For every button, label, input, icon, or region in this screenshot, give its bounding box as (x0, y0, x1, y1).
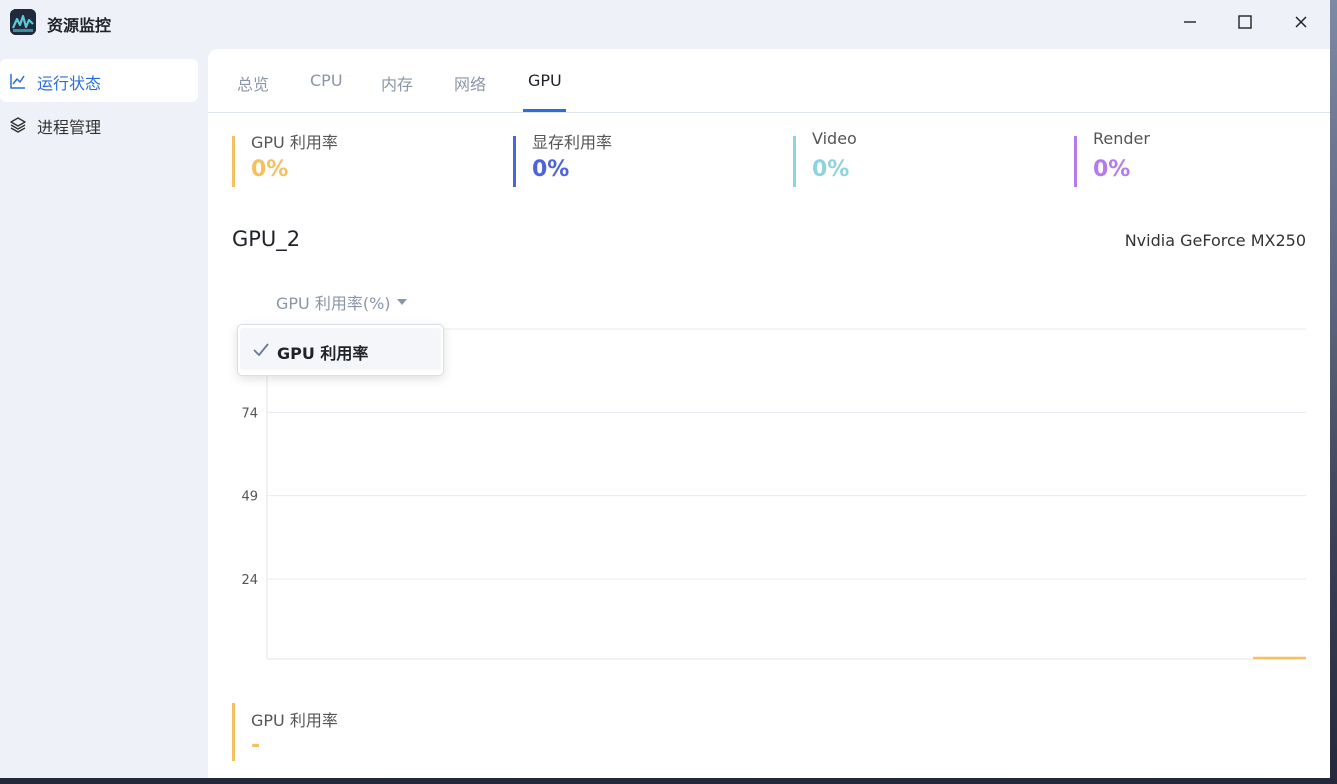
stat-value: 0% (1093, 157, 1131, 182)
y-tick-label: 49 (241, 490, 258, 505)
stat-video: Video 0% (793, 129, 1043, 188)
dropdown-option[interactable]: GPU 利用率 (240, 328, 441, 370)
close-icon (1295, 16, 1307, 28)
dropdown-option-label: GPU 利用率 (277, 344, 369, 363)
stat-label: Video (812, 129, 857, 148)
stat-color-bar (513, 136, 516, 187)
maximize-icon (1238, 15, 1252, 29)
caret-down-icon (396, 299, 407, 305)
sidebar-item-label: 运行状态 (37, 74, 102, 93)
sidebar-item-status[interactable]: 运行状态 (0, 59, 198, 102)
tab-overview[interactable]: 总览 (237, 71, 269, 95)
legend-value: - (251, 733, 261, 758)
gpu-utilization-chart: 74 49 24 (208, 319, 1330, 719)
stat-value: 0% (532, 157, 570, 182)
main-panel: 总览 CPU 内存 网络 GPU GPU 利用率 0% 显存利用率 0% Vid… (208, 49, 1330, 778)
tab-gpu[interactable]: GPU (528, 71, 562, 90)
stat-label: GPU 利用率 (251, 133, 338, 152)
legend-color-bar (232, 703, 235, 761)
minimize-button[interactable] (1174, 8, 1206, 36)
maximize-button[interactable] (1229, 8, 1261, 36)
chart-legend: GPU 利用率 - (232, 703, 532, 761)
stat-color-bar (232, 136, 235, 187)
metric-select-value: GPU 利用率(%) (276, 294, 391, 313)
tab-memory[interactable]: 内存 (381, 71, 413, 95)
stat-color-bar (1074, 136, 1077, 187)
app-window: 资源监控 运行状态 进程管理 总览 CPU 内存 网络 GPU GPU 利用率 … (0, 0, 1330, 778)
y-tick-label: 24 (241, 573, 258, 588)
close-button[interactable] (1285, 8, 1317, 36)
sidebar: 运行状态 进程管理 (0, 46, 208, 778)
stat-color-bar (793, 136, 796, 187)
stat-value: 0% (812, 157, 850, 182)
y-tick-label: 74 (241, 406, 258, 421)
tab-bar: 总览 CPU 内存 网络 GPU (208, 49, 1330, 113)
stat-gpu-utilization: GPU 利用率 0% (232, 133, 482, 188)
check-icon (253, 343, 269, 356)
sidebar-item-label: 进程管理 (37, 118, 102, 137)
sidebar-item-processes[interactable]: 进程管理 (0, 103, 198, 146)
stat-value: 0% (251, 157, 289, 182)
active-tab-indicator (523, 109, 566, 112)
line-chart-icon (10, 74, 25, 89)
app-logo-icon (10, 9, 36, 35)
legend-label: GPU 利用率 (251, 711, 338, 730)
metric-dropdown: GPU 利用率 (237, 324, 444, 376)
tab-network[interactable]: 网络 (454, 71, 486, 95)
minimize-icon (1184, 21, 1196, 23)
title-bar: 资源监控 (0, 0, 1330, 46)
stat-render: Render 0% (1074, 129, 1324, 188)
chart-svg: 74 49 24 (241, 328, 1306, 660)
layers-icon (10, 117, 26, 133)
stat-label: Render (1093, 129, 1150, 148)
tab-cpu[interactable]: CPU (310, 71, 343, 90)
stat-label: 显存利用率 (532, 133, 613, 152)
stat-vram-utilization: 显存利用率 0% (513, 133, 763, 188)
gpu-name: GPU_2 (232, 227, 301, 251)
metric-select[interactable]: GPU 利用率(%) (276, 290, 407, 314)
gpu-model: Nvidia GeForce MX250 (1124, 231, 1306, 250)
app-title: 资源监控 (47, 16, 112, 35)
